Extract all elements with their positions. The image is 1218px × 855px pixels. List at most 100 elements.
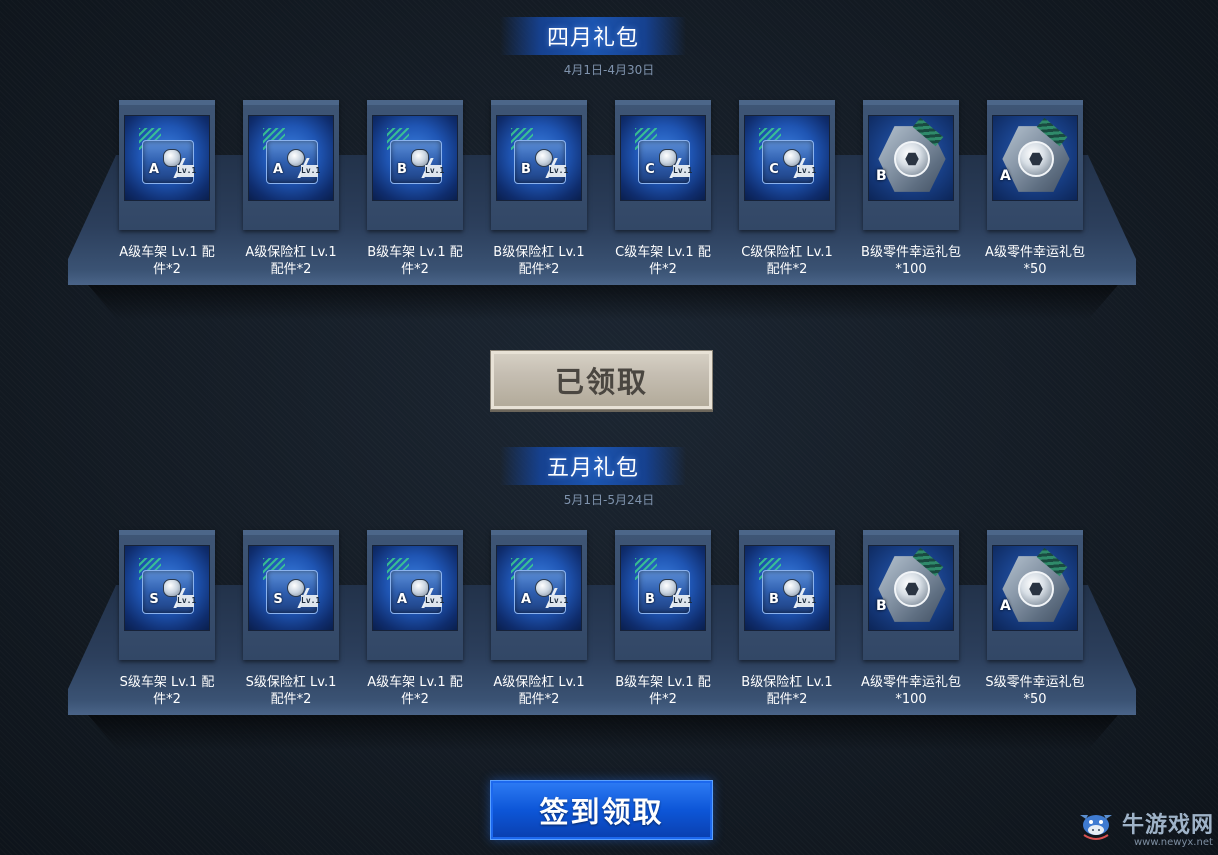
item-caption: B级车架 Lv.1 配件*2 — [604, 674, 722, 708]
item-caption-line2: 配件*2 — [270, 262, 312, 277]
level-tag: Lv.1 — [425, 595, 445, 607]
item-caption-line2: 配件*2 — [270, 692, 312, 707]
gift-item-card[interactable]: C Lv.1 — [739, 100, 835, 230]
item-caption-line1: B级车架 Lv.1 配 — [367, 245, 463, 260]
item-caption-line2: 件*2 — [153, 692, 181, 707]
item-caption: B级保险杠 Lv.1 配件*2 — [728, 674, 846, 708]
gift-item-card[interactable]: B Lv.1 — [367, 100, 463, 230]
grade-letter: A — [396, 592, 408, 607]
item-caption-line1: A级车架 Lv.1 配 — [367, 675, 463, 690]
hex-nut-icon: B — [868, 115, 954, 201]
level-tag: Lv.1 — [549, 595, 569, 607]
item-caption: B级车架 Lv.1 配件*2 — [356, 244, 474, 278]
grade-letter: B — [397, 162, 407, 177]
hex-nut-icon: B — [868, 545, 954, 631]
grade-letter: B — [769, 592, 779, 607]
sign-in-claim-button[interactable]: 签到领取 — [490, 780, 713, 840]
bumper-crate-icon: A Lv.1 — [496, 545, 582, 631]
item-caption: A级零件幸运礼包 *50 — [976, 244, 1094, 278]
item-caption-line1: A级保险杠 Lv.1 — [245, 245, 337, 260]
item-caption: B级零件幸运礼包 *100 — [852, 244, 970, 278]
item-caption: S级零件幸运礼包 *50 — [976, 674, 1094, 708]
item-caption-line1: C级保险杠 Lv.1 — [741, 245, 833, 260]
item-caption: A级车架 Lv.1 配件*2 — [356, 674, 474, 708]
gift-item-card[interactable]: B Lv.1 — [739, 530, 835, 660]
gift-item-card[interactable]: A Lv.1 — [119, 100, 215, 230]
item-caption-line1: A级车架 Lv.1 配 — [119, 245, 215, 260]
april-title-banner: 四月礼包 — [500, 17, 686, 55]
bumper-crate-icon: B Lv.1 — [744, 545, 830, 631]
item-caption: S级车架 Lv.1 配件*2 — [108, 674, 226, 708]
platform-shadow — [88, 715, 1118, 751]
gift-item-card[interactable]: A Lv.1 — [367, 530, 463, 660]
watermark-url: www.newyx.net — [1134, 837, 1213, 848]
claimed-button[interactable]: 已领取 — [490, 350, 713, 410]
item-caption-line1: B级车架 Lv.1 配 — [615, 675, 711, 690]
section-date-range: 4月1日-4月30日 — [563, 63, 655, 77]
level-tag: Lv.1 — [301, 165, 321, 177]
item-caption: C级保险杠 Lv.1 配件*2 — [728, 244, 846, 278]
frame-crate-icon: S Lv.1 — [124, 545, 210, 631]
platform-shadow — [88, 285, 1118, 321]
grade-letter: A — [272, 162, 284, 177]
item-caption-line2: 配件*2 — [766, 262, 808, 277]
gift-item-card[interactable]: B Lv.1 — [615, 530, 711, 660]
item-caption: A级零件幸运礼包 *100 — [852, 674, 970, 708]
item-caption-line2: 件*2 — [401, 262, 429, 277]
gift-item-card[interactable]: A — [987, 100, 1083, 230]
level-tag: Lv.1 — [673, 595, 693, 607]
item-caption: A级保险杠 Lv.1 配件*2 — [232, 244, 350, 278]
gift-item-card[interactable]: S Lv.1 — [119, 530, 215, 660]
gift-item-card[interactable]: C Lv.1 — [615, 100, 711, 230]
item-caption-line2: 件*2 — [649, 262, 677, 277]
item-caption-line2: 件*2 — [153, 262, 181, 277]
item-caption-line2: *100 — [895, 262, 927, 277]
item-caption-line1: A级零件幸运礼包 — [985, 245, 1085, 260]
gift-item-card[interactable]: A — [987, 530, 1083, 660]
grade-letter: A — [520, 592, 532, 607]
frame-crate-icon: B Lv.1 — [372, 115, 458, 201]
grade-letter: A — [1000, 168, 1011, 184]
watermark: 牛游戏网 www.newyx.net — [1072, 803, 1218, 855]
item-caption-line1: S级零件幸运礼包 — [985, 675, 1085, 690]
item-caption-line2: 配件*2 — [518, 262, 560, 277]
frame-crate-icon: A Lv.1 — [372, 545, 458, 631]
cow-logo-icon — [1080, 815, 1112, 840]
section-title: 四月礼包 — [546, 26, 639, 51]
item-caption-line2: 件*2 — [649, 692, 677, 707]
item-caption-line1: S级保险杠 Lv.1 — [245, 675, 337, 690]
hex-nut-icon: A — [992, 115, 1078, 201]
item-caption-line1: S级车架 Lv.1 配 — [119, 675, 215, 690]
level-tag: Lv.1 — [797, 165, 817, 177]
hex-nut-icon: A — [992, 545, 1078, 631]
item-caption-line2: *50 — [1023, 262, 1047, 277]
bumper-crate-icon: C Lv.1 — [744, 115, 830, 201]
grade-letter: S — [273, 592, 283, 607]
bumper-crate-icon: B Lv.1 — [496, 115, 582, 201]
item-caption-line1: C级车架 Lv.1 配 — [615, 245, 711, 260]
gift-item-card[interactable]: B Lv.1 — [491, 100, 587, 230]
level-tag: Lv.1 — [301, 595, 321, 607]
gift-item-card[interactable]: A Lv.1 — [243, 100, 339, 230]
item-caption-line2: 配件*2 — [518, 692, 560, 707]
level-tag: Lv.1 — [177, 165, 197, 177]
level-tag: Lv.1 — [797, 595, 817, 607]
claimed-button-label: 已领取 — [554, 365, 648, 399]
item-caption-line2: *100 — [895, 692, 927, 707]
item-caption: A级车架 Lv.1 配件*2 — [108, 244, 226, 278]
section-date-range: 5月1日-5月24日 — [563, 493, 655, 507]
frame-crate-icon: B Lv.1 — [620, 545, 706, 631]
frame-crate-icon: A Lv.1 — [124, 115, 210, 201]
item-caption: A级保险杠 Lv.1 配件*2 — [480, 674, 598, 708]
gift-item-card[interactable]: B — [863, 530, 959, 660]
item-caption: S级保险杠 Lv.1 配件*2 — [232, 674, 350, 708]
gift-item-card[interactable]: A Lv.1 — [491, 530, 587, 660]
level-tag: Lv.1 — [177, 595, 197, 607]
item-caption: C级车架 Lv.1 配件*2 — [604, 244, 722, 278]
gift-item-card[interactable]: S Lv.1 — [243, 530, 339, 660]
grade-letter: B — [876, 168, 887, 184]
section-title: 五月礼包 — [546, 456, 639, 481]
grade-letter: C — [645, 162, 655, 177]
gift-item-card[interactable]: B — [863, 100, 959, 230]
item-caption-line1: A级零件幸运礼包 — [861, 675, 961, 690]
